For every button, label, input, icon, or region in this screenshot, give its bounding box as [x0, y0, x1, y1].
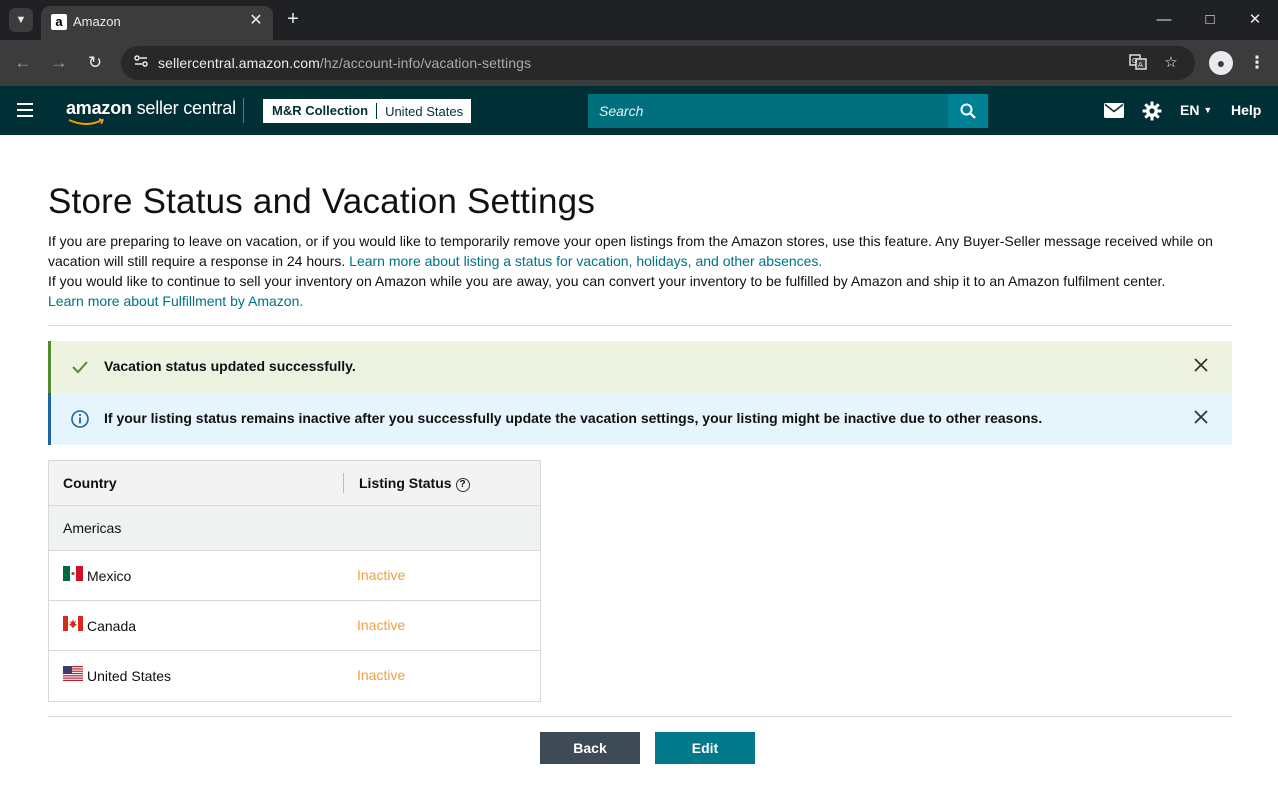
region-group-row: Americas — [49, 506, 540, 551]
mail-icon[interactable] — [1104, 103, 1124, 123]
window-close-icon[interactable]: ✕ — [1243, 8, 1267, 32]
help-question-icon[interactable]: ? — [455, 478, 470, 492]
info-alert: If your listing status remains inactive … — [48, 393, 1232, 445]
listing-status-value: Inactive — [357, 667, 406, 683]
address-bar[interactable]: sellercentral.amazon.com/hz/account-info… — [121, 46, 1195, 80]
browser-toolbar: ← → ↻ sellercentral.amazon.com/hz/accoun… — [0, 40, 1278, 86]
close-icon[interactable] — [1192, 408, 1210, 426]
country-name: Canada — [87, 618, 137, 634]
forward-arrow-icon[interactable]: → — [47, 51, 71, 75]
info-icon — [71, 410, 89, 428]
seller-central-logo[interactable]: amazon seller central — [66, 98, 236, 119]
profile-icon[interactable]: ● — [1209, 51, 1233, 75]
table-row: Canada Inactive — [49, 601, 540, 651]
account-switcher[interactable]: M&R Collection United States — [263, 99, 472, 123]
close-icon[interactable] — [1192, 356, 1210, 374]
marketplace-name: United States — [385, 103, 464, 119]
bookmark-star-icon[interactable]: ☆ — [1161, 53, 1181, 73]
table-row: United States Inactive — [49, 651, 540, 701]
edit-button[interactable]: Edit — [655, 732, 755, 764]
logo-amazon: amazon — [66, 98, 132, 118]
store-name: M&R Collection — [264, 103, 378, 119]
seller-central-header: amazon seller central M&R Collection Uni… — [0, 86, 1278, 135]
info-alert-text: If your listing status remains inactive … — [104, 410, 1043, 426]
page-title: Store Status and Vacation Settings — [48, 182, 596, 221]
help-link[interactable]: Help — [1231, 102, 1261, 118]
search-input[interactable] — [588, 94, 948, 128]
svg-text:A: A — [1138, 61, 1143, 69]
new-tab-icon[interactable]: + — [282, 8, 304, 30]
column-header-country: Country — [63, 475, 117, 491]
url-host: sellercentral.amazon.com — [158, 55, 320, 71]
vacation-learn-more-link[interactable]: Learn more about listing a status for va… — [349, 253, 822, 269]
us-flag-icon — [63, 666, 83, 681]
region-label: Americas — [63, 520, 122, 536]
search-bar — [588, 94, 988, 128]
top-divider — [48, 325, 1232, 326]
bottom-divider — [48, 716, 1232, 717]
country-name: United States — [87, 668, 172, 684]
menu-kebab-icon[interactable]: ⋮ — [1247, 51, 1267, 75]
fba-learn-more-link[interactable]: Learn more about Fulfillment by Amazon. — [48, 293, 303, 309]
chevron-down-icon: ▼ — [1203, 105, 1213, 115]
mexico-flag-icon — [63, 566, 83, 581]
tab-search-icon[interactable]: ▼ — [9, 8, 33, 32]
search-icon — [960, 103, 976, 119]
checkmark-icon — [72, 361, 88, 374]
site-info-icon[interactable] — [131, 53, 151, 73]
table-header: Country Listing Status? — [49, 461, 540, 506]
listing-status-label: Listing Status — [359, 475, 452, 491]
tab-title: Amazon — [73, 14, 121, 29]
table-row: Mexico Inactive — [49, 551, 540, 601]
listing-status-value: Inactive — [357, 617, 406, 633]
intro-paragraph-2: If you would like to continue to sell yo… — [48, 273, 1166, 289]
language-label: EN — [1180, 102, 1200, 118]
url-path: /hz/account-info/vacation-settings — [319, 55, 532, 71]
amazon-favicon-icon: a — [51, 14, 67, 30]
header-divider — [243, 98, 244, 123]
translate-icon[interactable]: GA — [1128, 53, 1148, 73]
browser-tab[interactable]: a Amazon ✕ — [41, 6, 273, 40]
search-button[interactable] — [948, 94, 988, 128]
canada-flag-icon — [63, 616, 83, 631]
column-header-listing-status: Listing Status? — [359, 475, 470, 492]
intro-text: If you are preparing to leave on vacatio… — [48, 231, 1238, 311]
amazon-smile-icon — [68, 118, 105, 125]
logo-seller-central: seller central — [131, 98, 236, 118]
reload-icon[interactable]: ↻ — [83, 51, 107, 75]
tab-close-icon[interactable]: ✕ — [247, 12, 265, 30]
hamburger-menu-icon[interactable] — [17, 103, 33, 117]
listing-status-table: Country Listing Status? Americas Mexico … — [48, 460, 541, 702]
settings-gear-icon[interactable] — [1142, 101, 1162, 121]
country-name: Mexico — [87, 568, 132, 584]
back-button[interactable]: Back — [540, 732, 640, 764]
back-arrow-icon[interactable]: ← — [11, 51, 35, 75]
browser-tab-bar: ▼ a Amazon ✕ + — □ ✕ — [0, 0, 1278, 40]
url-text: sellercentral.amazon.com/hz/account-info… — [158, 55, 531, 71]
success-alert: Vacation status updated successfully. — [48, 341, 1232, 393]
language-selector[interactable]: EN ▼ — [1180, 102, 1212, 118]
listing-status-value: Inactive — [357, 567, 406, 583]
column-separator — [343, 473, 344, 493]
maximize-icon[interactable]: □ — [1198, 8, 1222, 32]
svg-text:G: G — [1132, 57, 1137, 65]
success-alert-text: Vacation status updated successfully. — [104, 358, 356, 374]
minimize-icon[interactable]: — — [1152, 8, 1176, 32]
